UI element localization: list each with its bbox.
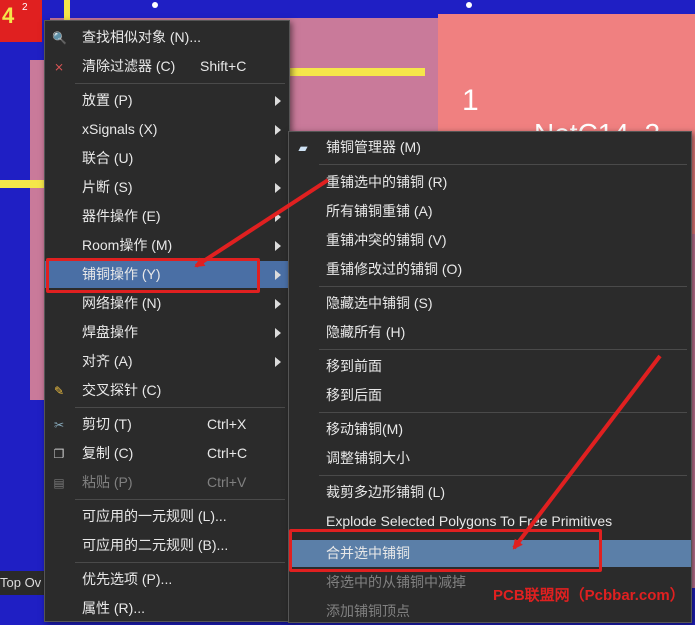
watermark: PCB联盟网（Pcbbar.com） [493, 587, 685, 604]
annotation-arrow [194, 178, 330, 268]
annotation-arrow [512, 354, 662, 550]
annotation-arrows [194, 178, 662, 550]
